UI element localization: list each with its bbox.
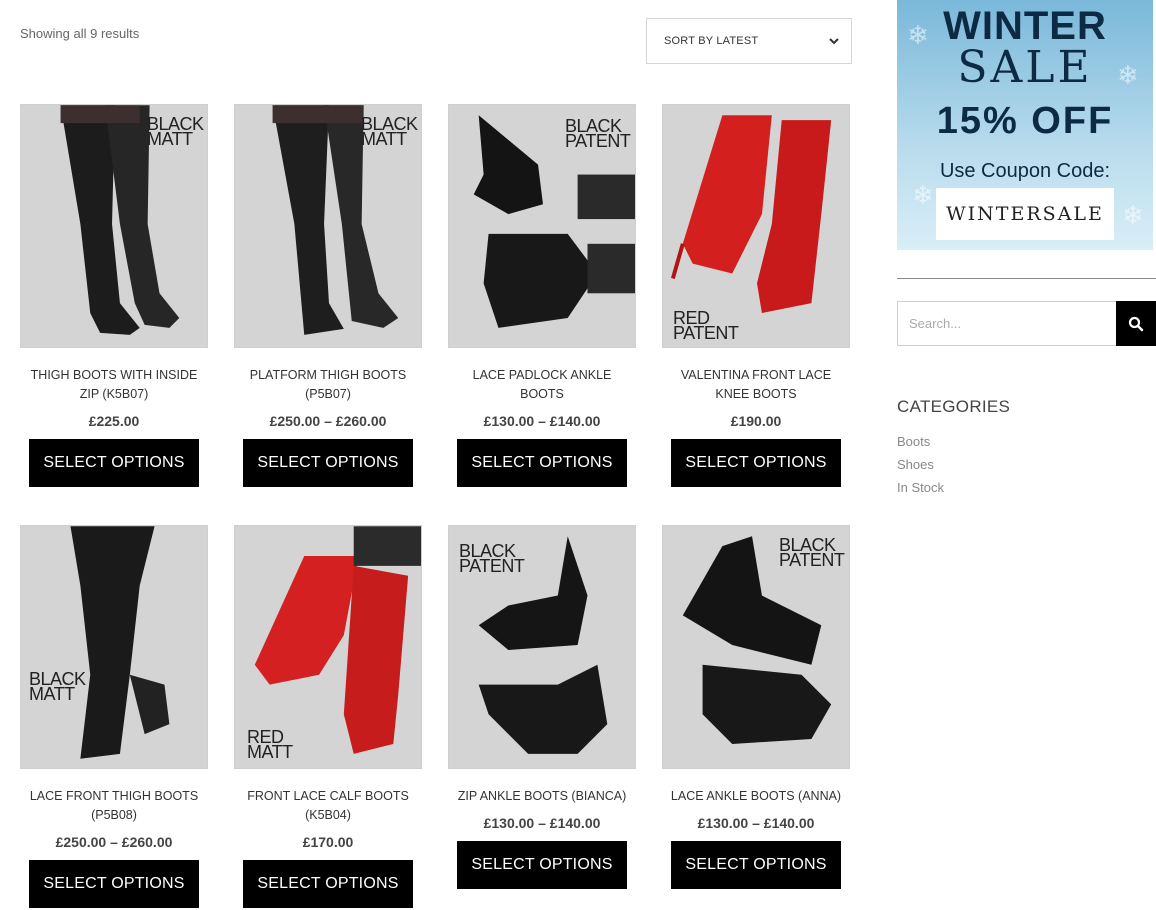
product-price: £250.00 – £260.00 xyxy=(269,413,387,429)
select-options-button[interactable]: SELECT OPTIONS xyxy=(29,439,199,487)
select-options-button[interactable]: SELECT OPTIONS xyxy=(243,439,413,487)
product-title[interactable]: FRONT LACE CALF BOOTS (K5B04) xyxy=(234,787,422,825)
promo-subheadline: SALE xyxy=(957,42,1093,93)
snowflake-icon: ❄ xyxy=(912,180,934,210)
product-image[interactable]: BLACK MATT xyxy=(20,104,208,348)
snowflake-icon: ❄ xyxy=(1122,200,1144,230)
product-card: BLACK PATENT LACE PADLOCK ANKLE BOOTS £1… xyxy=(448,104,636,487)
product-finish-tag: BLACK PATENT xyxy=(459,541,525,576)
winter-sale-banner[interactable]: ❄ ❄ ❄ ❄ WINTER SALE 15% OFF Use Coupon C… xyxy=(897,0,1153,250)
category-link-in-stock[interactable]: In Stock xyxy=(897,476,944,499)
product-title[interactable]: PLATFORM THIGH BOOTS (P5B07) xyxy=(234,366,422,404)
product-image[interactable]: BLACK MATT xyxy=(234,104,422,348)
promo-discount: 15% OFF xyxy=(936,100,1114,142)
sort-select-value: SORT BY LATEST xyxy=(664,35,759,47)
product-image[interactable]: RED PATENT xyxy=(662,104,850,348)
promo-coupon-code: WINTERSALE xyxy=(936,188,1114,240)
product-finish-tag: BLACK MATT xyxy=(361,114,418,149)
product-price: £130.00 – £140.00 xyxy=(697,815,815,831)
product-price: £130.00 – £140.00 xyxy=(483,815,601,831)
product-price: £250.00 – £260.00 xyxy=(55,834,173,850)
product-finish-tag: RED PATENT xyxy=(673,308,739,343)
categories-heading: CATEGORIES xyxy=(897,397,1011,416)
product-finish-tag: BLACK MATT xyxy=(147,114,204,149)
product-title[interactable]: VALENTINA FRONT LACE KNEE BOOTS xyxy=(662,366,850,404)
product-finish-tag: BLACK PATENT xyxy=(565,116,631,151)
chevron-down-icon xyxy=(829,38,839,45)
category-link-shoes[interactable]: Shoes xyxy=(897,453,944,476)
product-card: BLACK MATT PLATFORM THIGH BOOTS (P5B07) … xyxy=(234,104,422,487)
categories-list: Boots Shoes In Stock xyxy=(897,430,944,499)
search-input[interactable]: Search... xyxy=(897,301,1117,346)
results-count: Showing all 9 results xyxy=(20,26,140,41)
sort-select[interactable]: SORT BY LATEST xyxy=(646,18,852,64)
promo-coupon-label: Use Coupon Code: xyxy=(939,160,1111,182)
select-options-button[interactable]: SELECT OPTIONS xyxy=(457,439,627,487)
search-placeholder: Search... xyxy=(909,316,962,331)
product-finish-tag: BLACK MATT xyxy=(29,669,86,704)
product-price: £225.00 xyxy=(88,413,140,429)
select-options-button[interactable]: SELECT OPTIONS xyxy=(457,841,627,889)
product-image[interactable]: BLACK PATENT xyxy=(448,525,636,769)
product-finish-tag: BLACK PATENT xyxy=(779,535,845,570)
boot-illustration xyxy=(70,526,170,759)
product-title[interactable]: LACE ANKLE BOOTS (ANNA) xyxy=(662,787,850,806)
product-title[interactable]: LACE PADLOCK ANKLE BOOTS xyxy=(448,366,636,404)
product-card: BLACK MATT LACE FRONT THIGH BOOTS (P5B08… xyxy=(20,525,208,908)
select-options-button[interactable]: SELECT OPTIONS xyxy=(671,841,841,889)
select-options-button[interactable]: SELECT OPTIONS xyxy=(243,860,413,908)
select-options-button[interactable]: SELECT OPTIONS xyxy=(671,439,841,487)
product-card: RED PATENT VALENTINA FRONT LACE KNEE BOO… xyxy=(662,104,850,487)
product-image[interactable]: BLACK MATT xyxy=(20,525,208,769)
search-button[interactable] xyxy=(1116,301,1156,346)
product-title[interactable]: LACE FRONT THIGH BOOTS (P5B08) xyxy=(20,787,208,825)
product-card: BLACK MATT THIGH BOOTS WITH INSIDE ZIP (… xyxy=(20,104,208,487)
product-image[interactable]: BLACK PATENT xyxy=(662,525,850,769)
product-card: BLACK PATENT LACE ANKLE BOOTS (ANNA) £13… xyxy=(662,525,850,889)
product-card: RED MATT FRONT LACE CALF BOOTS (K5B04) £… xyxy=(234,525,422,908)
product-price: £170.00 xyxy=(302,834,354,850)
product-finish-tag: RED MATT xyxy=(247,727,293,762)
product-price: £190.00 xyxy=(730,413,782,429)
product-title[interactable]: THIGH BOOTS WITH INSIDE ZIP (K5B07) xyxy=(20,366,208,404)
product-price: £130.00 – £140.00 xyxy=(483,413,601,429)
search-icon xyxy=(1128,316,1144,331)
category-link-boots[interactable]: Boots xyxy=(897,430,944,453)
product-title[interactable]: ZIP ANKLE BOOTS (BIANCA) xyxy=(448,787,636,806)
product-card: BLACK PATENT ZIP ANKLE BOOTS (BIANCA) £1… xyxy=(448,525,636,889)
select-options-button[interactable]: SELECT OPTIONS xyxy=(29,860,199,908)
product-image[interactable]: BLACK PATENT xyxy=(448,104,636,348)
sidebar-divider xyxy=(897,278,1156,279)
product-image[interactable]: RED MATT xyxy=(234,525,422,769)
